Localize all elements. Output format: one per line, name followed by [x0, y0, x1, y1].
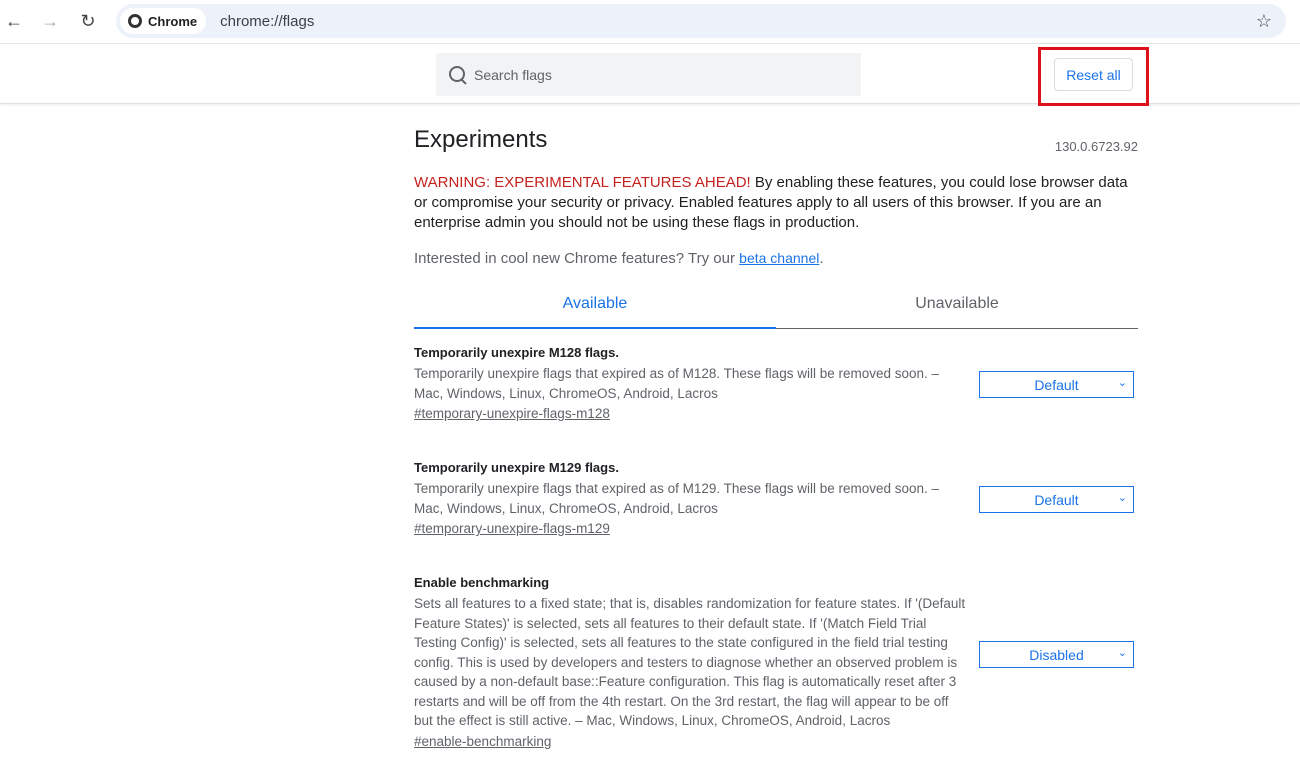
beta-text: Interested in cool new Chrome features? … — [414, 250, 740, 267]
flag-description: Temporarily unexpire flags that expired … — [414, 366, 940, 401]
main-content: Experiments 130.0.6723.92 WARNING: EXPER… — [414, 104, 1138, 773]
chevron-down-icon: ⌄ — [1117, 492, 1127, 504]
flag-link[interactable]: #temporary-unexpire-flags-m129 — [414, 521, 610, 536]
flag-select[interactable]: Default ⌄ — [979, 486, 1134, 513]
flag-item: Enable benchmarking Sets all features to… — [414, 575, 1138, 773]
warning-text: WARNING: EXPERIMENTAL FEATURES AHEAD! By… — [414, 173, 1138, 233]
flag-description: Sets all features to a fixed state; that… — [414, 596, 966, 728]
reload-icon[interactable]: ↻ — [76, 9, 100, 33]
url-text[interactable]: chrome://flags — [220, 13, 314, 30]
flag-select[interactable]: Disabled ⌄ — [979, 641, 1134, 668]
beta-end: . — [819, 250, 824, 267]
tab-unavailable[interactable]: Unavailable — [776, 295, 1138, 328]
search-box[interactable] — [436, 53, 861, 96]
flag-item: Temporarily unexpire M128 flags. Tempora… — [414, 345, 1138, 445]
forward-icon[interactable]: → — [38, 9, 62, 33]
flag-title: Enable benchmarking — [414, 575, 550, 590]
flag-select[interactable]: Default ⌄ — [979, 371, 1134, 398]
search-input[interactable] — [474, 66, 834, 83]
site-chip[interactable]: Chrome — [120, 8, 207, 34]
chip-label: Chrome — [148, 13, 198, 29]
select-value: Disabled — [1029, 646, 1084, 663]
select-value: Default — [1034, 491, 1079, 508]
flag-item: Temporarily unexpire M129 flags. Tempora… — [414, 460, 1138, 560]
flag-link[interactable]: #temporary-unexpire-flags-m128 — [414, 406, 610, 421]
beta-promo: Interested in cool new Chrome features? … — [414, 250, 1138, 267]
version-label: 130.0.6723.92 — [1054, 139, 1138, 154]
chevron-down-icon: ⌄ — [1117, 647, 1127, 659]
chevron-down-icon: ⌄ — [1117, 377, 1127, 389]
chrome-logo-icon — [128, 14, 142, 28]
page-title: Experiments — [414, 126, 548, 153]
beta-channel-link[interactable]: beta channel — [739, 250, 819, 266]
flag-title: Temporarily unexpire M129 flags. — [414, 460, 619, 475]
flag-link[interactable]: #enable-benchmarking — [414, 734, 551, 749]
search-icon — [448, 65, 468, 85]
address-bar[interactable]: Chrome chrome://flags ☆ — [116, 4, 1286, 38]
flag-description: Temporarily unexpire flags that expired … — [414, 481, 940, 516]
back-icon[interactable]: ← — [2, 9, 26, 33]
bookmark-star-icon[interactable]: ☆ — [1256, 11, 1272, 32]
reset-all-button[interactable]: Reset all — [1054, 58, 1133, 91]
select-value: Default — [1034, 376, 1079, 393]
warning-heading: WARNING: EXPERIMENTAL FEATURES AHEAD! — [414, 174, 751, 191]
browser-toolbar: ← → ↻ Chrome chrome://flags ☆ — [0, 0, 1300, 44]
tab-bar: Available Unavailable — [414, 295, 1138, 329]
flags-header: Reset all — [0, 45, 1300, 106]
flag-title: Temporarily unexpire M128 flags. — [414, 345, 619, 360]
tab-available[interactable]: Available — [414, 295, 776, 329]
